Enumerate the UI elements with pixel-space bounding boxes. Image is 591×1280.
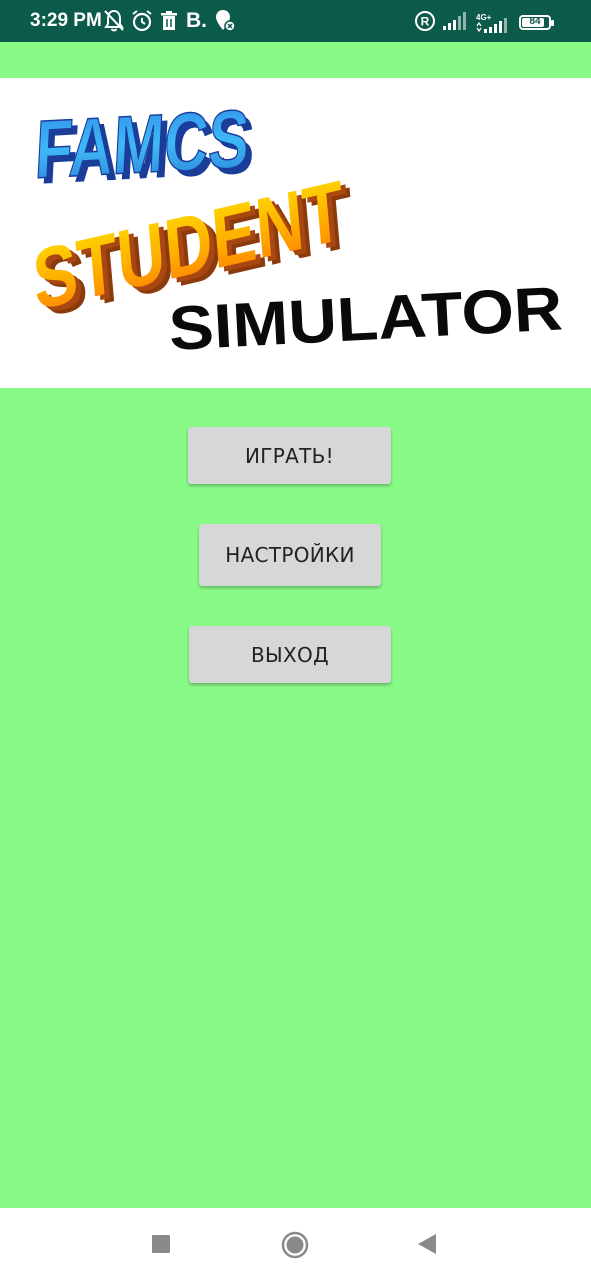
signal-icon [442, 9, 468, 37]
notifications-off-icon [103, 9, 125, 37]
alarm-icon [130, 9, 154, 37]
exit-button[interactable]: ВЫХОД [189, 626, 391, 683]
logo-famcs-face: FAMCS [33, 94, 251, 196]
status-time: 3:29 PM [30, 10, 102, 31]
back-icon[interactable] [416, 1232, 438, 1260]
signal-4g-icon [476, 16, 512, 38]
status-bar: 3:29 PM B. R 4G+ 84 [0, 0, 591, 42]
svg-text:R: R [421, 15, 430, 29]
location-icon [214, 9, 236, 37]
title-banner: FAMCS FAMCS STUDENT STUDENT STUDENT SIMU… [0, 78, 591, 388]
navigation-bar [0, 1208, 591, 1280]
play-button[interactable]: ИГРАТЬ! [188, 427, 391, 484]
trash-icon [160, 9, 178, 37]
game-logo: FAMCS FAMCS STUDENT STUDENT STUDENT SIMU… [29, 93, 564, 364]
battery-icon: 84 [519, 15, 554, 30]
battery-text: 84 [529, 16, 541, 27]
settings-button[interactable]: НАСТРОЙКИ [199, 524, 381, 586]
registered-icon: R [414, 9, 436, 37]
b-app-icon: B. [186, 9, 207, 32]
recents-icon[interactable] [150, 1233, 172, 1259]
home-icon[interactable] [281, 1231, 309, 1263]
